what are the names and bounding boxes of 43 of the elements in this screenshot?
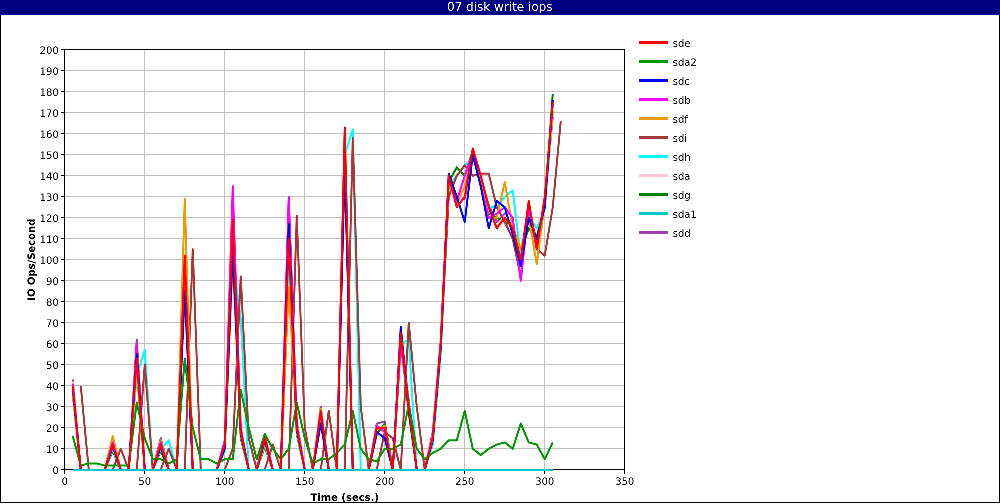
y-tick-label: 170 — [40, 109, 59, 120]
y-tick-label: 180 — [40, 88, 59, 99]
y-tick-label: 130 — [40, 193, 59, 204]
y-tick-label: 0 — [52, 466, 59, 477]
legend-label: sdd — [673, 229, 691, 240]
y-tick-label: 50 — [46, 361, 59, 372]
x-tick-label: 300 — [535, 477, 555, 488]
y-tick-label: 60 — [46, 340, 59, 351]
legend-label: sdg — [673, 191, 691, 202]
x-tick-label: 150 — [295, 477, 315, 488]
legend-label: sda2 — [673, 58, 698, 69]
y-tick-label: 140 — [40, 172, 59, 183]
y-tick-label: 160 — [40, 130, 59, 141]
x-tick-label: 50 — [138, 477, 152, 488]
y-tick-label: 30 — [46, 403, 59, 414]
window-title: 07 disk write iops — [0, 0, 1000, 15]
legend-label: sda — [673, 172, 691, 183]
y-tick-label: 200 — [40, 46, 59, 57]
x-tick-label: 200 — [375, 477, 395, 488]
legend-label: sda1 — [673, 210, 698, 221]
legend-label: sdc — [673, 77, 690, 88]
y-tick-label: 190 — [40, 67, 59, 78]
x-tick-label: 250 — [455, 477, 475, 488]
y-tick-label: 10 — [46, 445, 59, 456]
y-axis-title: IO Ops/Second — [27, 218, 38, 302]
x-tick-label: 350 — [615, 477, 635, 488]
y-tick-label: 150 — [40, 151, 59, 162]
y-tick-label: 100 — [40, 256, 59, 267]
y-tick-label: 40 — [46, 382, 59, 393]
legend-label: sdf — [673, 115, 688, 126]
legend-label: sdi — [673, 134, 688, 145]
y-tick-label: 110 — [40, 235, 59, 246]
legend-label: sdb — [673, 96, 691, 107]
y-tick-label: 70 — [46, 319, 59, 330]
x-tick-label: 0 — [62, 477, 68, 488]
legend-label: sde — [673, 39, 691, 50]
legend-label: sdh — [673, 153, 691, 164]
y-tick-label: 120 — [40, 214, 59, 225]
x-tick-label: 100 — [215, 477, 235, 488]
y-tick-label: 20 — [46, 424, 59, 435]
y-tick-label: 90 — [46, 277, 59, 288]
x-axis-title: Time (secs.) — [310, 493, 380, 502]
y-tick-label: 80 — [46, 298, 59, 309]
